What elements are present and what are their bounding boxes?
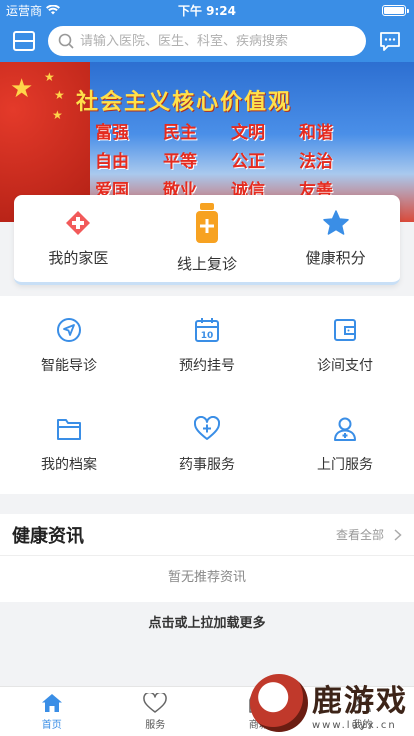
message-button[interactable] bbox=[376, 27, 404, 55]
quick-label: 线上复诊 bbox=[177, 255, 238, 273]
service-my-records[interactable]: 我的档案 bbox=[0, 395, 138, 494]
banner-value: 平等 bbox=[163, 152, 197, 172]
service-appointment[interactable]: 10 预约挂号 bbox=[138, 296, 276, 395]
service-grid: 智能导诊 10 预约挂号 诊间支付 我的档案 药事服务 上门服务 bbox=[0, 296, 414, 494]
heart-icon bbox=[143, 692, 168, 713]
quick-health-points[interactable]: 健康积分 bbox=[271, 195, 400, 282]
quick-actions: 我的家医 线上复诊 健康积分 bbox=[14, 195, 400, 285]
search-icon bbox=[58, 33, 74, 49]
banner-star: ★ bbox=[52, 108, 63, 122]
navigation-icon bbox=[57, 317, 81, 342]
star-icon bbox=[322, 210, 349, 235]
service-label: 我的档案 bbox=[41, 456, 97, 473]
message-icon bbox=[380, 32, 400, 51]
tab-home[interactable]: 首页 bbox=[0, 687, 104, 736]
menu-button[interactable] bbox=[10, 27, 38, 55]
status-time: 下午 9:24 bbox=[177, 3, 237, 18]
banner-value: 法治 bbox=[299, 152, 333, 172]
app-screen: 运营商 下午 9:24 ★ ★ ★ ★ 社会主义核心价值观 富强 民主 文明 和… bbox=[0, 0, 414, 736]
top-bar bbox=[0, 20, 414, 62]
news-header: 健康资讯 查看全部 bbox=[0, 514, 414, 556]
health-news: 健康资讯 查看全部 暂无推荐资讯 bbox=[0, 514, 414, 602]
watermark-logo bbox=[250, 674, 308, 732]
tab-label: 首页 bbox=[41, 719, 62, 731]
service-home-visit[interactable]: 上门服务 bbox=[276, 395, 414, 494]
menu-icon bbox=[13, 31, 35, 51]
view-all-label: 查看全部 bbox=[335, 528, 384, 542]
banner-value: 富强 bbox=[95, 123, 129, 143]
quick-family-doctor[interactable]: 我的家医 bbox=[14, 195, 143, 282]
view-all-link[interactable]: 查看全部 bbox=[336, 526, 402, 543]
search-input[interactable] bbox=[80, 33, 356, 49]
news-empty-text: 暂无推荐资讯 bbox=[167, 570, 246, 585]
banner-star: ★ bbox=[10, 74, 34, 104]
tab-services[interactable]: 服务 bbox=[104, 687, 208, 736]
service-smart-guide[interactable]: 智能导诊 bbox=[0, 296, 138, 395]
medicine-bottle-icon bbox=[196, 203, 218, 243]
service-label: 药事服务 bbox=[179, 456, 235, 473]
home-icon bbox=[41, 693, 62, 712]
banner-star: ★ bbox=[54, 88, 65, 102]
service-label: 诊间支付 bbox=[317, 357, 373, 374]
tab-label: 服务 bbox=[145, 719, 166, 731]
banner-value: 文明 bbox=[231, 123, 265, 143]
service-pharmacy[interactable]: 药事服务 bbox=[138, 395, 276, 494]
svg-text:10: 10 bbox=[201, 331, 214, 341]
medical-cross-icon bbox=[66, 211, 91, 235]
watermark: 鹿游戏 www.luyx.cn bbox=[250, 674, 408, 732]
news-title: 健康资讯 bbox=[12, 525, 84, 547]
load-more-button[interactable]: 点击或上拉加载更多 bbox=[0, 612, 414, 631]
folder-icon bbox=[57, 418, 81, 440]
banner-values: 富强 民主 文明 和谐 自由 平等 公正 法治 爱国 敬业 诚信 友善 bbox=[95, 118, 367, 201]
service-label: 上门服务 bbox=[317, 456, 373, 473]
service-clinic-payment[interactable]: 诊间支付 bbox=[276, 296, 414, 395]
banner-value: 民主 bbox=[163, 123, 197, 143]
quick-label: 健康积分 bbox=[305, 249, 366, 267]
service-label: 智能导诊 bbox=[41, 357, 97, 374]
heart-plus-icon bbox=[194, 415, 220, 440]
service-label: 预约挂号 bbox=[179, 357, 235, 374]
wallet-icon bbox=[334, 318, 356, 341]
banner-value: 公正 bbox=[231, 152, 265, 172]
banner-value: 和谐 bbox=[299, 123, 333, 143]
calendar-icon: 10 bbox=[195, 317, 219, 342]
banner-title: 社会主义核心价值观 bbox=[76, 90, 293, 115]
search-box[interactable] bbox=[48, 26, 366, 56]
watermark-url: www.luyx.cn bbox=[312, 719, 397, 731]
quick-label: 我的家医 bbox=[48, 249, 109, 267]
banner-value: 自由 bbox=[95, 152, 129, 172]
quick-online-revisit[interactable]: 线上复诊 bbox=[143, 195, 272, 282]
watermark-name: 鹿游戏 bbox=[312, 683, 408, 719]
banner-star: ★ bbox=[44, 70, 55, 84]
status-bar: 运营商 下午 9:24 bbox=[0, 0, 414, 20]
watermark-text: 鹿游戏 www.luyx.cn bbox=[312, 676, 408, 731]
battery-icon bbox=[382, 5, 409, 16]
chevron-right-icon bbox=[394, 528, 402, 541]
nurse-icon bbox=[334, 417, 356, 441]
